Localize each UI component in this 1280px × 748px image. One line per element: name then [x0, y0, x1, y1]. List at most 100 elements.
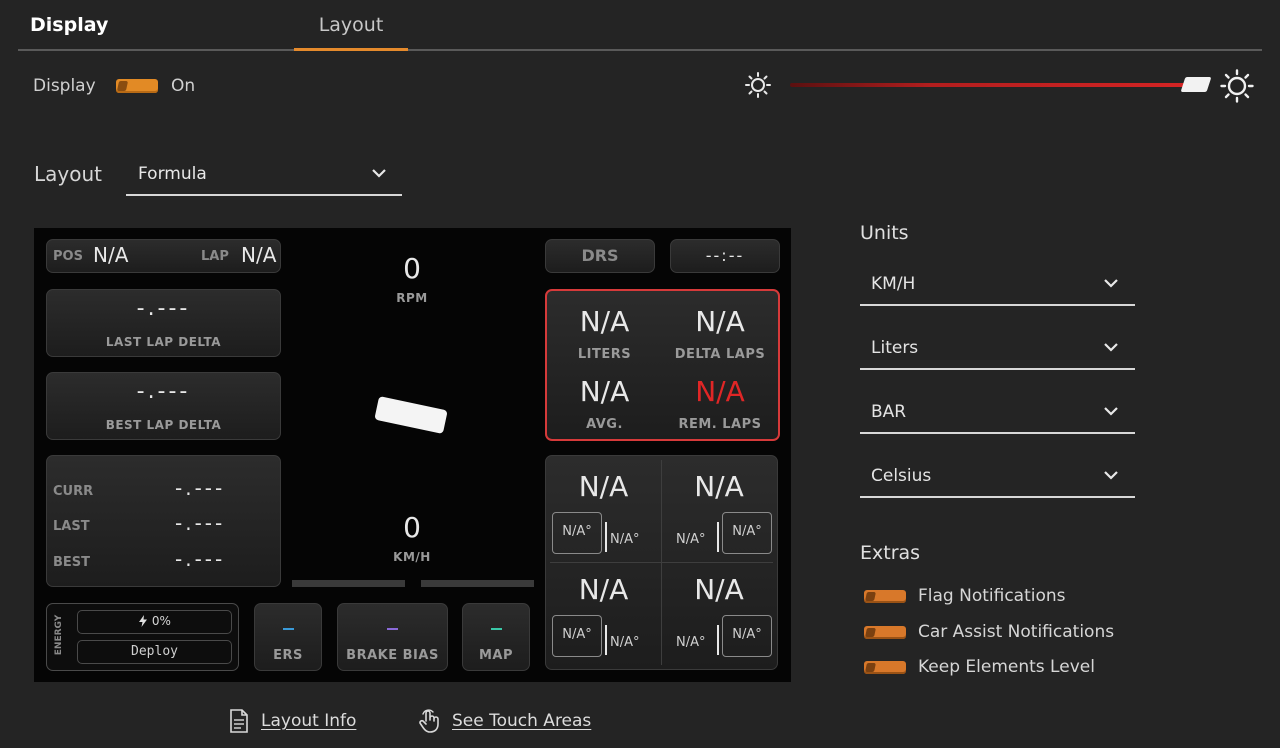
- chevron-down-icon: [1104, 407, 1118, 416]
- chevron-down-icon: [1104, 343, 1118, 352]
- fuel-avg-label: AVG.: [586, 417, 623, 432]
- extras-title: Extras: [860, 542, 921, 564]
- fuel-liters-value: N/A: [579, 305, 630, 338]
- temperature-unit-value: Celsius: [871, 466, 932, 486]
- layout-select[interactable]: Formula: [126, 158, 402, 198]
- tab-layout[interactable]: Layout: [294, 14, 408, 36]
- last-label: LAST: [53, 519, 90, 534]
- touch-hand-icon: [419, 709, 439, 733]
- display-toggle[interactable]: [116, 79, 158, 93]
- fuel-delta-laps-label: DELTA LAPS: [674, 347, 766, 362]
- volume-unit-select[interactable]: Liters: [860, 330, 1135, 372]
- document-icon: [230, 709, 248, 733]
- fuel-delta-laps-value: N/A: [695, 305, 745, 338]
- pos-lap-card: POS N/A LAP N/A: [46, 239, 281, 273]
- speed-value: 0: [403, 511, 421, 544]
- time-value: --:--: [705, 246, 745, 265]
- pos-value: N/A: [93, 243, 129, 267]
- keep-elements-level-toggle[interactable]: [864, 661, 906, 674]
- drs-card: DRS: [545, 239, 655, 273]
- speed-unit-select[interactable]: KM/H: [860, 266, 1135, 308]
- tyre-fl-value: N/A: [578, 470, 629, 503]
- best-lap-delta-card: -.--- BEST LAP DELTA: [46, 372, 281, 440]
- last-lap-delta-card: -.--- LAST LAP DELTA: [46, 289, 281, 357]
- brake-bias-card: BRAKE BIAS: [337, 603, 448, 671]
- speed-bar-right: [421, 580, 534, 587]
- tyre-fr-value: N/A: [694, 470, 744, 503]
- rpm-value: 0: [403, 252, 421, 285]
- ers-card: ERS: [254, 603, 322, 671]
- best-value: -.---: [175, 547, 226, 571]
- pressure-unit-value: BAR: [871, 402, 907, 422]
- tyre-rl-temp-b: N/A°: [610, 635, 640, 650]
- drs-label: DRS: [581, 246, 619, 265]
- time-card: --:--: [670, 239, 780, 273]
- tyre-fl-temp-b: N/A°: [610, 532, 640, 547]
- pressure-unit-underline: [860, 432, 1135, 434]
- tyre-rl-gauge: [605, 625, 607, 655]
- best-lap-delta-label: BEST LAP DELTA: [105, 418, 222, 432]
- pos-label: POS: [53, 249, 83, 264]
- layout-preview: POS N/A LAP N/A -.--- LAST LAP DELTA -.-…: [34, 228, 791, 682]
- volume-unit-value: Liters: [871, 338, 919, 358]
- deploy-mode: Deploy: [77, 640, 232, 664]
- tyre-fr-temp-b: N/A°: [676, 532, 706, 547]
- speed-label: KM/H: [393, 550, 431, 564]
- layout-info-link[interactable]: Layout Info: [261, 711, 356, 731]
- temperature-unit-underline: [860, 496, 1135, 498]
- rpm-label: RPM: [396, 291, 428, 305]
- brake-bias-indicator: [387, 628, 398, 630]
- tab-rule: [18, 49, 1262, 51]
- volume-unit-underline: [860, 368, 1135, 370]
- fuel-rem-laps-value: N/A: [695, 375, 745, 408]
- fuel-avg-value: N/A: [579, 375, 630, 408]
- map-card: MAP: [462, 603, 530, 671]
- tab-display[interactable]: Display: [30, 14, 108, 36]
- tyres-card: N/A N/A° N/A° N/A N/A° N/A° N/A N/A° N/A…: [545, 455, 778, 670]
- brake-bias-label: BRAKE BIAS: [346, 648, 439, 663]
- last-lap-delta-value: -.---: [136, 296, 191, 321]
- energy-label: ENERGY: [54, 614, 64, 656]
- energy-bar: 0%: [77, 610, 232, 634]
- tyres-divider-h: [550, 562, 773, 563]
- last-value: -.---: [175, 511, 226, 535]
- energy-label-wrap: ENERGY: [49, 610, 69, 664]
- tab-active-indicator: [294, 48, 408, 51]
- speed-bar-left: [292, 580, 405, 587]
- units-title: Units: [860, 222, 909, 244]
- flag-notifications-toggle[interactable]: [864, 590, 906, 603]
- rpm-indicator-bar: [374, 395, 448, 435]
- chevron-down-icon: [372, 169, 386, 178]
- layout-label: Layout: [34, 162, 102, 186]
- fuel-liters-label: LITERS: [577, 347, 632, 362]
- layout-select-value: Formula: [138, 164, 207, 184]
- ers-label: ERS: [273, 648, 303, 663]
- layout-select-underline: [126, 194, 402, 196]
- best-lap-delta-value: -.---: [136, 379, 191, 404]
- lap-value: N/A: [241, 243, 277, 267]
- tyre-fr-box: N/A°: [722, 512, 772, 554]
- pressure-unit-select[interactable]: BAR: [860, 394, 1135, 436]
- car-assist-notifications-toggle[interactable]: [864, 626, 906, 639]
- tyre-fl-gauge: [605, 522, 607, 552]
- tyre-rr-temp-a: N/A°: [732, 627, 762, 642]
- lap-times-card: CURR -.--- LAST -.--- BEST -.---: [46, 455, 281, 587]
- brightness-slider[interactable]: [790, 83, 1190, 87]
- last-lap-delta-label: LAST LAP DELTA: [105, 335, 222, 349]
- ers-indicator: [283, 628, 294, 630]
- tyre-rr-gauge: [717, 625, 719, 655]
- see-touch-areas-link[interactable]: See Touch Areas: [452, 711, 591, 731]
- fuel-rem-laps-label: REM. LAPS: [678, 417, 762, 432]
- tyre-rr-temp-b: N/A°: [676, 635, 706, 650]
- tyre-rr-box: N/A°: [722, 615, 772, 657]
- lightning-icon: [139, 615, 148, 627]
- flag-notifications-label: Flag Notifications: [918, 586, 1066, 606]
- curr-label: CURR: [53, 484, 94, 499]
- speed-unit-value: KM/H: [871, 274, 916, 294]
- tyre-rl-temp-a: N/A°: [562, 627, 592, 642]
- tyre-rl-box: N/A°: [552, 615, 602, 657]
- temperature-unit-select[interactable]: Celsius: [860, 458, 1135, 500]
- brightness-slider-thumb[interactable]: [1180, 77, 1212, 92]
- energy-card: ENERGY 0% Deploy: [46, 603, 239, 671]
- tyre-rr-value: N/A: [694, 573, 744, 606]
